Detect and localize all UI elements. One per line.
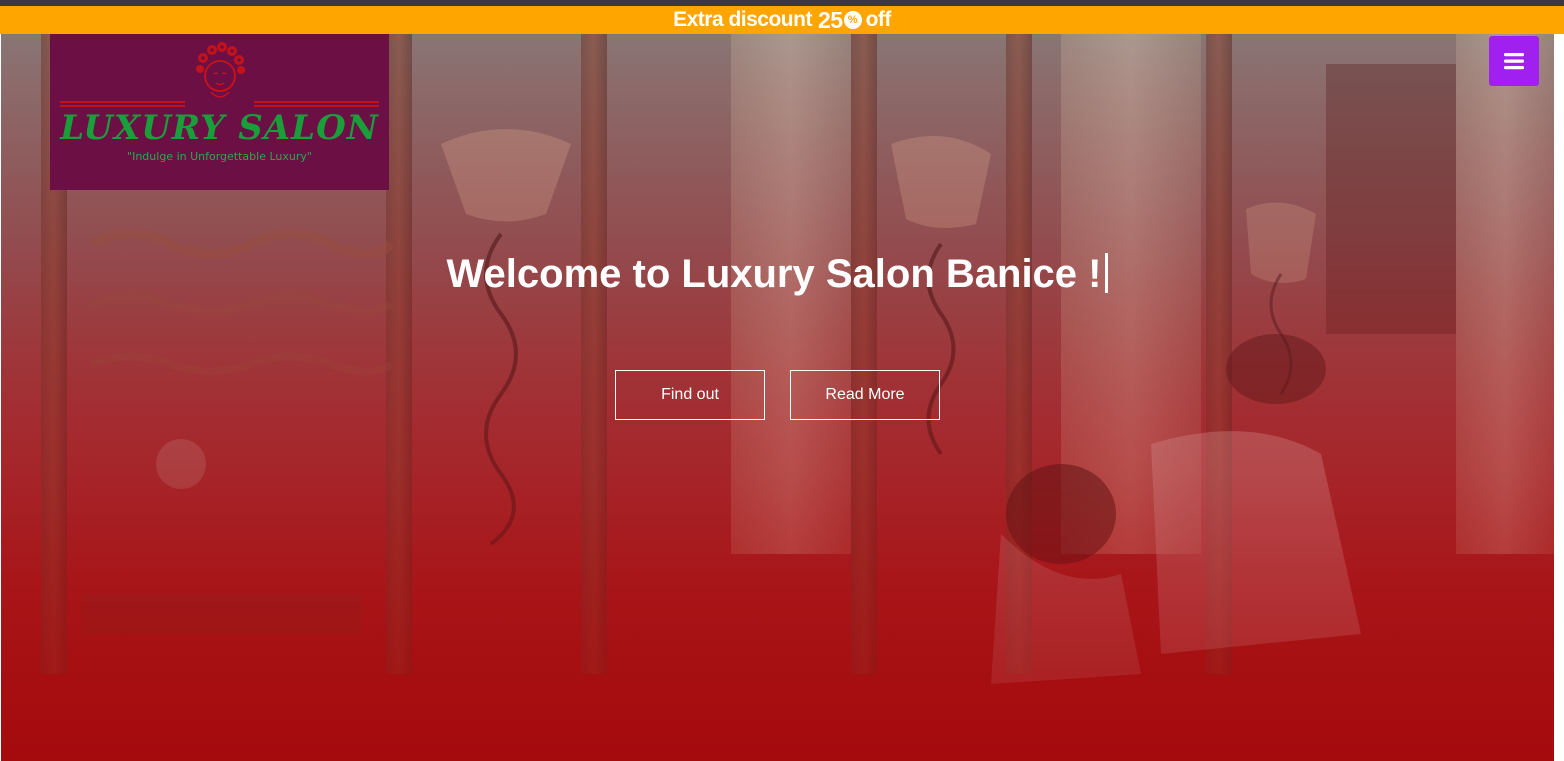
woman-face-icon [196,42,245,98]
read-more-button[interactable]: Read More [790,370,940,420]
hamburger-menu-button[interactable] [1489,36,1539,86]
logo-brand-text: LUXURY SALON [60,108,379,148]
page-right-edge [1554,34,1564,761]
site-logo[interactable]: LUXURY SALON "Indulge in Unforgettable L… [50,34,389,190]
promo-suffix: off [865,8,892,31]
find-out-button[interactable]: Find out [615,370,765,420]
hero-title-text: Welcome to Luxury Salon Banice ! [446,252,1102,296]
percent-badge-icon: % [843,11,862,29]
promo-banner: Extra discount 25 % off [0,6,1564,34]
promo-prefix: Extra discount [673,8,812,31]
logo-tagline: "Indulge in Unforgettable Luxury" [127,150,312,163]
logo-decor-lines [60,101,379,107]
hero-title: Welcome to Luxury Salon Banice ! [1,252,1554,297]
hamburger-menu-icon [1504,53,1524,70]
promo-amount: 25 [817,6,843,33]
typing-caret [1105,253,1109,293]
